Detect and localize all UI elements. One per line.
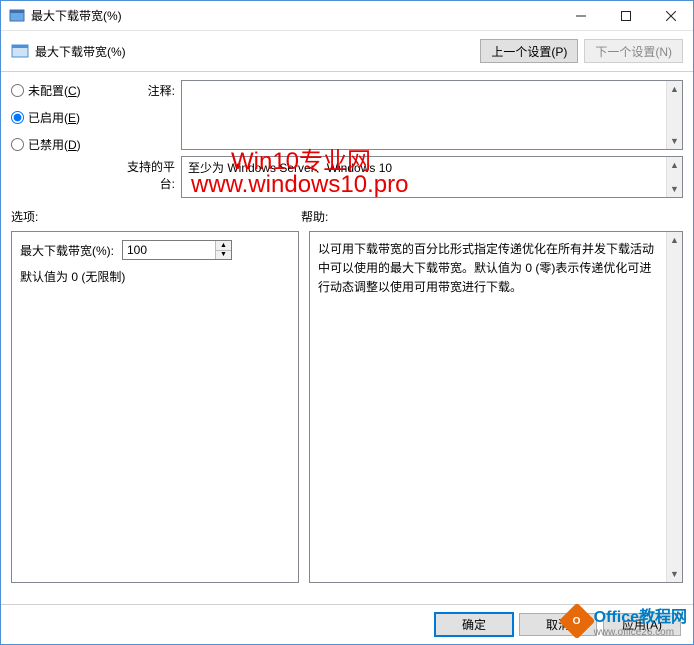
state-radio-group: 未配置(C) 已启用(E) 已禁用(D)	[11, 80, 107, 198]
spin-down-icon[interactable]: ▼	[215, 251, 231, 260]
apply-button[interactable]: 应用(A)	[603, 613, 681, 636]
header-row: 最大下载带宽(%) 上一个设置(P) 下一个设置(N)	[1, 31, 693, 72]
bandwidth-default-note: 默认值为 0 (无限制)	[20, 268, 290, 285]
lower-panel: 最大下载带宽(%): 100 ▲ ▼ 默认值为 0 (无限制) 以可用下载带宽的…	[1, 227, 693, 587]
spin-up-icon[interactable]: ▲	[215, 241, 231, 251]
help-section-label: 帮助:	[301, 208, 683, 225]
maximize-icon	[621, 11, 631, 21]
comment-row: 注释: ▲ ▼	[115, 80, 683, 150]
minimize-button[interactable]	[558, 1, 603, 30]
radio-not-configured[interactable]: 未配置(C)	[11, 82, 107, 99]
bandwidth-row: 最大下载带宽(%): 100 ▲ ▼	[20, 240, 290, 260]
radio-disabled-label: 已禁用(D)	[28, 136, 81, 153]
options-panel: 最大下载带宽(%): 100 ▲ ▼ 默认值为 0 (无限制)	[11, 231, 299, 583]
help-scrollbar[interactable]: ▲ ▼	[666, 232, 682, 582]
policy-title: 最大下载带宽(%)	[35, 43, 474, 60]
radio-disabled[interactable]: 已禁用(D)	[11, 136, 107, 153]
cancel-button[interactable]: 取消	[519, 613, 597, 636]
help-panel: 以可用下载带宽的百分比形式指定传递优化在所有并发下载活动中可以使用的最大下载带宽…	[309, 231, 683, 583]
section-labels: 选项: 帮助:	[1, 204, 693, 227]
scroll-down-icon[interactable]: ▼	[667, 566, 682, 582]
titlebar: 最大下载带宽(%)	[1, 1, 693, 31]
radio-not-configured-label: 未配置(C)	[28, 82, 81, 99]
platform-scrollbar[interactable]: ▲ ▼	[666, 157, 682, 197]
help-text: 以可用下载带宽的百分比形式指定传递优化在所有并发下载活动中可以使用的最大下载带宽…	[318, 240, 662, 298]
scroll-down-icon[interactable]: ▼	[667, 133, 682, 149]
platform-textarea: 至少为 Windows Server、Windows 10 ▲ ▼	[181, 156, 683, 198]
close-button[interactable]	[648, 1, 693, 30]
field-column: 注释: ▲ ▼ 支持的平台: 至少为 Windows Server、Window…	[115, 80, 683, 198]
platform-label: 支持的平台:	[115, 156, 181, 192]
dialog-window: 最大下载带宽(%) 最大下载带宽(%) 上一个设置(P) 下一个设置(N) 未配…	[0, 0, 694, 645]
scroll-up-icon[interactable]: ▲	[667, 157, 682, 173]
window-title: 最大下载带宽(%)	[31, 7, 558, 24]
policy-icon	[11, 42, 29, 60]
app-icon	[9, 8, 25, 24]
radio-enabled-label: 已启用(E)	[28, 109, 80, 126]
comment-label: 注释:	[115, 80, 181, 99]
radio-not-configured-input[interactable]	[11, 84, 24, 97]
upper-panel: 未配置(C) 已启用(E) 已禁用(D) 注释: ▲ ▼	[1, 72, 693, 204]
bandwidth-value: 100	[127, 243, 147, 257]
options-section-label: 选项:	[11, 208, 301, 225]
window-controls	[558, 1, 693, 30]
comment-scrollbar[interactable]: ▲ ▼	[666, 81, 682, 149]
previous-setting-button[interactable]: 上一个设置(P)	[480, 39, 578, 63]
minimize-icon	[576, 11, 586, 21]
close-icon	[666, 11, 676, 21]
radio-enabled[interactable]: 已启用(E)	[11, 109, 107, 126]
scroll-down-icon[interactable]: ▼	[667, 181, 682, 197]
bandwidth-input[interactable]: 100 ▲ ▼	[122, 240, 232, 260]
bandwidth-spinner[interactable]: ▲ ▼	[215, 241, 231, 259]
bandwidth-label: 最大下载带宽(%):	[20, 242, 114, 259]
scroll-up-icon[interactable]: ▲	[667, 81, 682, 97]
scroll-up-icon[interactable]: ▲	[667, 232, 682, 248]
next-setting-button: 下一个设置(N)	[584, 39, 683, 63]
maximize-button[interactable]	[603, 1, 648, 30]
ok-button[interactable]: 确定	[435, 613, 513, 636]
dialog-footer: 确定 取消 应用(A)	[1, 604, 693, 644]
comment-textarea[interactable]: ▲ ▼	[181, 80, 683, 150]
radio-disabled-input[interactable]	[11, 138, 24, 151]
platform-row: 支持的平台: 至少为 Windows Server、Windows 10 ▲ ▼	[115, 156, 683, 198]
radio-enabled-input[interactable]	[11, 111, 24, 124]
platform-value: 至少为 Windows Server、Windows 10	[188, 159, 392, 176]
